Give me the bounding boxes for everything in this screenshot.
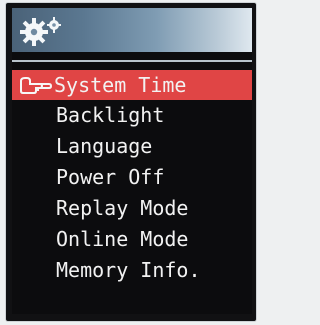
menu-item-label: Online Mode [56, 227, 189, 251]
device-bezel: System Time Backlight Language Power Off… [6, 3, 256, 321]
menu-item-label: Power Off [56, 165, 165, 189]
menu-item-language[interactable]: Language [12, 131, 252, 162]
lcd-screen: System Time Backlight Language Power Off… [12, 8, 252, 314]
menu-item-replay-mode[interactable]: Replay Mode [12, 193, 252, 224]
menu-item-label: Language [56, 134, 153, 158]
menu-item-power-off[interactable]: Power Off [12, 162, 252, 193]
menu-item-label: Backlight [56, 103, 165, 127]
menu-item-label: Replay Mode [56, 196, 189, 220]
menu-item-memory-info[interactable]: Memory Info. [12, 255, 252, 286]
menu-item-label: System Time [54, 73, 187, 97]
settings-menu: System Time Backlight Language Power Off… [12, 70, 252, 286]
header-divider [12, 60, 252, 62]
gear-icon [20, 17, 61, 46]
settings-header [12, 8, 252, 52]
hand-pointer-icon [20, 77, 52, 94]
menu-item-online-mode[interactable]: Online Mode [12, 224, 252, 255]
menu-item-label: Memory Info. [56, 258, 201, 282]
menu-item-backlight[interactable]: Backlight [12, 100, 252, 131]
menu-item-system-time[interactable]: System Time [12, 70, 252, 100]
